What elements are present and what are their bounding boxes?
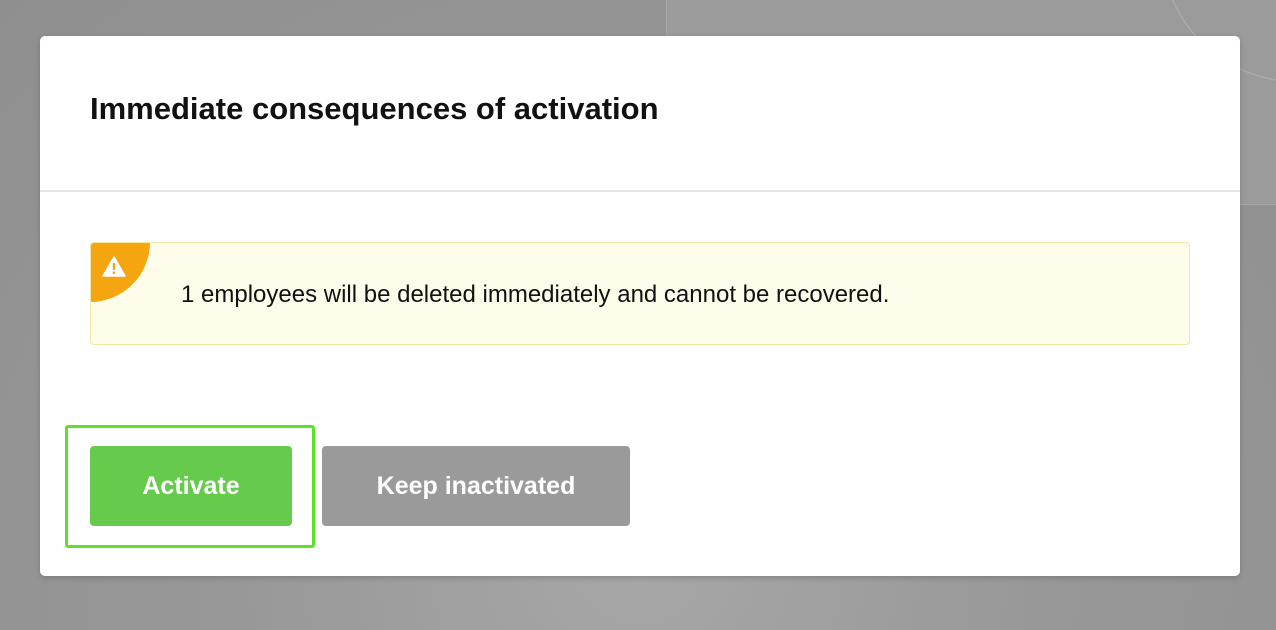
- warning-corner-badge: [91, 243, 150, 302]
- warning-message: 1 employees will be deleted immediately …: [181, 281, 890, 308]
- dialog-header: Immediate consequences of activation: [40, 36, 1240, 192]
- activate-button[interactable]: Activate: [90, 446, 292, 526]
- warning-triangle-icon: [102, 256, 126, 277]
- keep-inactivated-button[interactable]: Keep inactivated: [322, 446, 630, 526]
- activation-dialog: Immediate consequences of activation 1 e…: [40, 36, 1240, 576]
- warning-banner: 1 employees will be deleted immediately …: [90, 242, 1190, 345]
- dialog-title: Immediate consequences of activation: [90, 91, 659, 126]
